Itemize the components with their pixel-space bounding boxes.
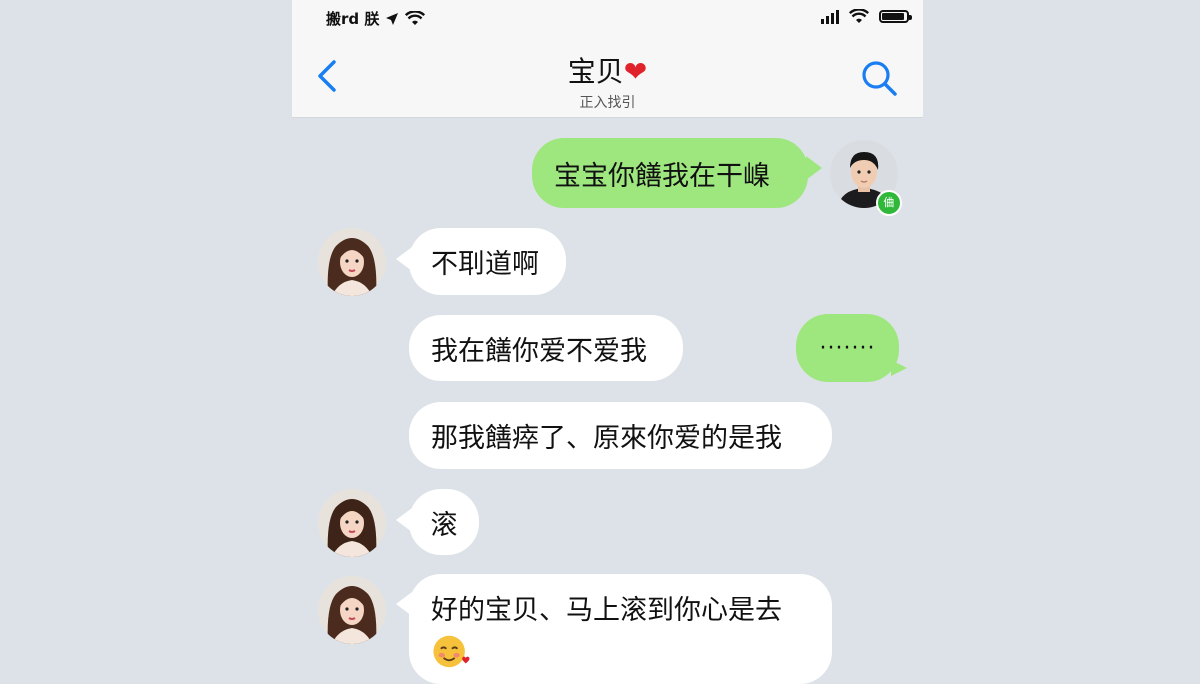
carrier-text: 搬rd 朕 [326, 10, 380, 28]
smiling-face-with-hearts-icon [433, 635, 470, 668]
wifi-icon [849, 9, 869, 23]
status-bar-left: 搬rd 朕 [326, 8, 426, 29]
message-text: 我在饍你爱不爱我 [431, 335, 647, 367]
message-bubble-outgoing[interactable]: 宝宝你饍我在干嵲 [532, 138, 808, 208]
woman-portrait-icon [318, 489, 386, 557]
message-text: 好的宝贝、马上滚到你心是去 [431, 595, 782, 626]
message-bubble-incoming[interactable]: 我在饍你爱不爱我 [409, 315, 683, 381]
online-status-badge: 㑋 [876, 190, 902, 216]
status-bar-right [821, 9, 912, 24]
search-button[interactable] [859, 58, 899, 98]
message-text: 那我饍瘁了、原來你爱的是我 [431, 423, 782, 454]
heart-icon: ❤ [623, 55, 648, 88]
chat-subtitle: 正入找引 [579, 95, 636, 111]
bubble-tail [806, 156, 822, 180]
search-icon [862, 61, 897, 96]
battery-icon [879, 10, 912, 23]
avatar-girlfriend[interactable] [318, 576, 386, 644]
message-text: 不刵道啊 [431, 249, 539, 280]
location-icon [386, 12, 399, 25]
wifi-icon [405, 11, 426, 25]
bubble-tail [891, 360, 907, 376]
message-text: ······· [819, 335, 876, 361]
avatar-girlfriend[interactable] [318, 228, 386, 296]
message-bubble-incoming[interactable]: 好的宝贝、马上滚到你心是去 [409, 574, 832, 684]
message-bubble-outgoing[interactable]: ······· [796, 314, 899, 382]
message-bubble-incoming[interactable]: 那我饍瘁了、原來你爱的是我 [409, 402, 832, 469]
cellular-signal-icon [821, 9, 839, 24]
chat-title: 宝贝 [567, 55, 624, 88]
avatar-girlfriend[interactable] [318, 489, 386, 557]
chat-header: 搬rd 朕 宝贝❤ 正入找引 [292, 0, 923, 118]
message-text: 宝宝你饍我在干嵲 [554, 160, 770, 192]
woman-portrait-icon [318, 576, 386, 644]
chat-title-block: 宝贝❤ 正入找引 [292, 50, 923, 112]
message-bubble-incoming[interactable]: 不刵道啊 [409, 228, 566, 295]
message-text: 滚 [430, 509, 458, 541]
woman-portrait-icon [318, 228, 386, 296]
message-bubble-incoming[interactable]: 滚 [409, 489, 479, 555]
